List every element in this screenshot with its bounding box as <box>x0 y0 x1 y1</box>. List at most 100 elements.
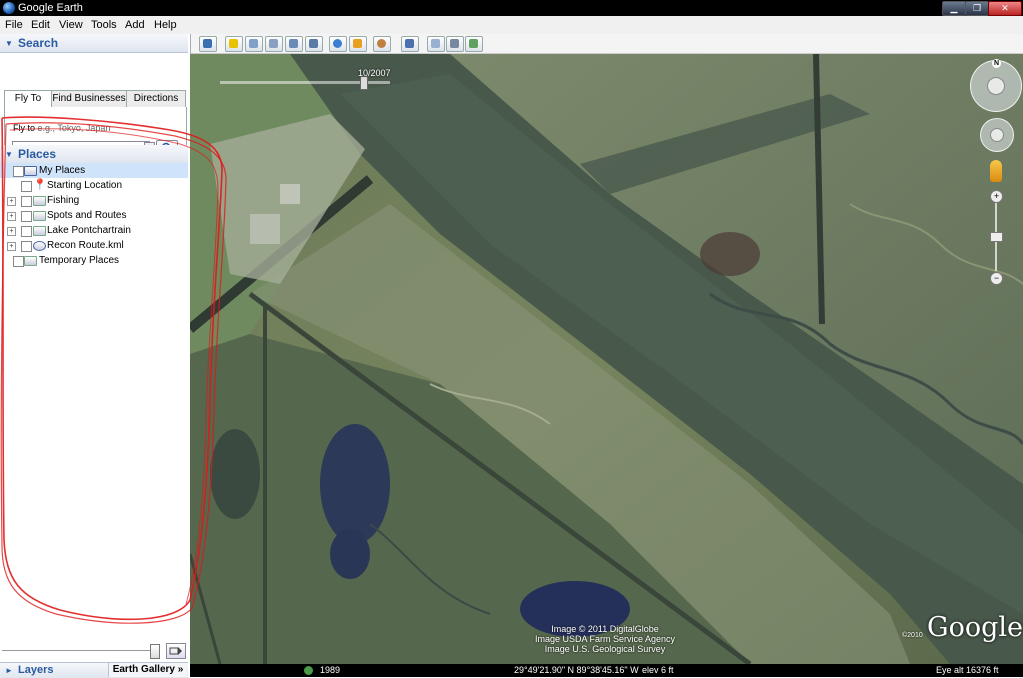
checkbox[interactable] <box>21 196 32 207</box>
view-in-maps-button[interactable] <box>465 36 483 52</box>
add-path-button[interactable] <box>265 36 283 52</box>
tab-find-businesses[interactable]: Find Businesses <box>51 90 127 108</box>
menu-view[interactable]: View <box>59 19 83 31</box>
sidebar: ▼ Search Fly To Find Businesses Directio… <box>0 34 191 678</box>
sunlight-button[interactable] <box>349 36 367 52</box>
google-earth-icon <box>3 2 15 14</box>
look-joystick[interactable]: N <box>970 59 1022 112</box>
email-icon <box>431 39 440 48</box>
add-placemark-button[interactable] <box>225 36 243 52</box>
search-tabs: Fly To Find Businesses Directions <box>4 90 186 109</box>
menu-file[interactable]: File <box>5 19 23 31</box>
layers-header-label: Layers <box>18 664 54 676</box>
expand-plus-icon[interactable]: + <box>7 227 16 236</box>
menu-add[interactable]: Add <box>125 19 145 31</box>
tab-directions[interactable]: Directions <box>126 90 186 108</box>
google-logo: Google <box>927 612 1023 643</box>
checkbox[interactable] <box>21 226 32 237</box>
item-label: My Places <box>39 165 86 176</box>
close-button[interactable]: ✕ <box>988 1 1022 16</box>
folder-icon <box>33 211 46 221</box>
north-indicator[interactable]: N <box>992 59 1001 68</box>
map-view[interactable]: 10/2007 N + − Image © 2011 DigitalGlobe … <box>190 54 1023 664</box>
search-panel-header[interactable]: ▼ Search <box>0 34 188 53</box>
item-label: Lake Pontchartrain <box>47 225 131 236</box>
item-label: Spots and Routes <box>47 210 127 221</box>
street-view-pegman-icon[interactable] <box>990 160 1002 182</box>
list-item[interactable]: + Fishing <box>0 193 188 208</box>
imagery-date: 1989 <box>320 665 341 675</box>
zoom-in-button[interactable]: + <box>990 190 1003 203</box>
status-bar: 1989 29°49'21.90" N 89°38'45.16" W elev … <box>190 664 1023 677</box>
zoom-slider[interactable]: + − <box>990 190 1003 285</box>
expand-plus-icon[interactable]: + <box>7 197 16 206</box>
print-button[interactable] <box>446 36 464 52</box>
tour-play-button[interactable] <box>166 643 186 659</box>
checkbox[interactable] <box>21 211 32 222</box>
record-tour-button[interactable] <box>305 36 323 52</box>
slider-thumb[interactable] <box>150 644 160 659</box>
sidebar-toggle-button[interactable] <box>199 36 217 52</box>
fly-to-text: Fly to <box>13 123 36 133</box>
item-label: Starting Location <box>47 180 123 191</box>
path-icon <box>269 39 278 48</box>
hand-icon <box>990 128 1004 142</box>
menu-bar: File Edit View Tools Add Help <box>0 16 1023 35</box>
tour-icon <box>309 39 318 48</box>
layers-panel-header[interactable]: ► Layers Earth Gallery » <box>0 662 188 678</box>
print-icon <box>450 39 459 48</box>
menu-help[interactable]: Help <box>154 19 177 31</box>
collapse-triangle-icon: ▼ <box>5 39 13 48</box>
expand-plus-icon[interactable]: + <box>7 212 16 221</box>
checkbox[interactable] <box>21 181 32 192</box>
transparency-slider[interactable] <box>2 644 162 659</box>
list-item[interactable]: + Recon Route.kml <box>0 238 188 253</box>
add-overlay-button[interactable] <box>285 36 303 52</box>
play-icon <box>169 647 182 655</box>
satellite-imagery <box>190 54 1023 664</box>
clock-icon <box>333 39 342 48</box>
checkbox[interactable] <box>13 256 24 267</box>
switch-planet-button[interactable] <box>373 36 391 52</box>
minimize-button[interactable]: ▁ <box>942 1 966 16</box>
toolbar <box>190 34 1023 54</box>
sun-icon <box>353 39 362 48</box>
credit-line: Image U.S. Geological Survey <box>544 644 666 654</box>
list-item[interactable]: 📍 Starting Location <box>0 178 188 193</box>
ruler-button[interactable] <box>401 36 419 52</box>
menu-edit[interactable]: Edit <box>31 19 50 31</box>
menu-tools[interactable]: Tools <box>91 19 117 31</box>
pushpin-icon: 📍 <box>33 179 47 191</box>
checkbox[interactable] <box>21 241 32 252</box>
list-item[interactable]: + Spots and Routes <box>0 208 188 223</box>
move-joystick[interactable] <box>980 118 1014 152</box>
fly-to-label: Fly to e.g., Tokyo, Japan <box>13 123 110 133</box>
window-title: Google Earth <box>18 2 83 14</box>
places-panel-header[interactable]: ▼ Places <box>0 145 188 164</box>
list-item[interactable]: My Places <box>0 163 188 178</box>
title-bar: Google Earth ▁ ❐ ✕ <box>0 0 1023 16</box>
ruler-icon <box>405 39 414 48</box>
list-item[interactable]: Temporary Places <box>0 253 188 268</box>
zoom-out-button[interactable]: − <box>990 272 1003 285</box>
credit-line: Image © 2011 DigitalGlobe <box>551 624 659 634</box>
time-slider-thumb[interactable] <box>360 76 368 90</box>
earth-gallery-button[interactable]: Earth Gallery » <box>108 663 187 677</box>
item-label: Fishing <box>47 195 80 206</box>
historical-clock-icon <box>304 666 313 675</box>
historical-imagery-button[interactable] <box>329 36 347 52</box>
maps-icon <box>469 39 478 48</box>
list-item[interactable]: + Lake Pontchartrain <box>0 223 188 238</box>
imagery-credits: Image © 2011 DigitalGlobe Image USDA Far… <box>520 624 690 654</box>
copyright-year: ©2010 <box>902 632 923 639</box>
expand-plus-icon[interactable]: + <box>7 242 16 251</box>
maximize-button[interactable]: ❐ <box>965 1 989 16</box>
zoom-thumb[interactable] <box>990 232 1003 242</box>
folder-icon <box>33 196 46 206</box>
fly-to-placeholder: e.g., Tokyo, Japan <box>37 123 111 133</box>
kml-file-icon <box>33 241 46 251</box>
email-button[interactable] <box>427 36 445 52</box>
checkbox[interactable] <box>13 166 24 177</box>
credit-line: Image USDA Farm Service Agency <box>534 634 676 644</box>
add-polygon-button[interactable] <box>245 36 263 52</box>
